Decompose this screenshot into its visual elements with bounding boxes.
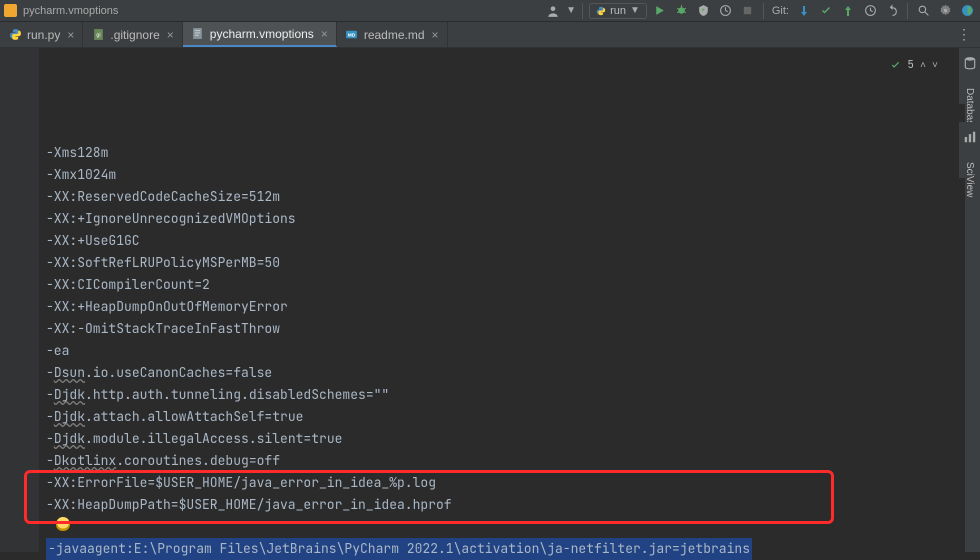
- code-line[interactable]: -Xms128m: [46, 142, 964, 164]
- editor-area: 5 ˄ ˅ -Xms128m-Xmx1024m-XX:ReservedCodeC…: [0, 48, 980, 552]
- run-config-selector[interactable]: run ▼: [589, 3, 647, 19]
- coverage-button[interactable]: [695, 2, 713, 20]
- code-line[interactable]: -XX:+HeapDumpOnOutOfMemoryError: [46, 296, 964, 318]
- text-file-icon: [191, 27, 205, 41]
- tab-label: pycharm.vmoptions: [210, 27, 314, 41]
- code-line[interactable]: [46, 516, 964, 538]
- git-push-button[interactable]: [839, 2, 857, 20]
- code-line[interactable]: -Djdk.http.auth.tunneling.disabledScheme…: [46, 384, 964, 406]
- tab-run-py[interactable]: run.py ×: [0, 22, 83, 47]
- debug-button[interactable]: [673, 2, 691, 20]
- code-line[interactable]: -XX:+UseG1GC: [46, 230, 964, 252]
- code-line[interactable]: -XX:ErrorFile=$USER_HOME/java_error_in_i…: [46, 472, 964, 494]
- tab-label: readme.md: [364, 28, 425, 42]
- editor-tabbar: run.py × gi .gitignore × pycharm.vmoptio…: [0, 22, 980, 48]
- toolbar-separator: [763, 3, 764, 19]
- svg-text:gi: gi: [96, 33, 100, 39]
- sciview-icon: [963, 130, 977, 144]
- check-icon: [890, 60, 901, 71]
- python-icon: [8, 28, 22, 42]
- close-icon[interactable]: ×: [167, 28, 174, 42]
- editor-gutter: [0, 48, 40, 552]
- code-line[interactable]: -javaagent:E:\Program Files\JetBrains\Py…: [46, 538, 964, 560]
- git-rollback-button[interactable]: [883, 2, 901, 20]
- settings-button[interactable]: [936, 2, 954, 20]
- tab-vmoptions[interactable]: pycharm.vmoptions ×: [183, 22, 337, 47]
- code-line[interactable]: -XX:-OmitStackTraceInFastThrow: [46, 318, 964, 340]
- tool-window-sciview[interactable]: SciView: [958, 122, 980, 178]
- code-line[interactable]: -XX:CICompilerCount=2: [46, 274, 964, 296]
- git-update-button[interactable]: [795, 2, 813, 20]
- code-line[interactable]: -XX:HeapDumpPath=$USER_HOME/java_error_i…: [46, 494, 964, 516]
- code-line[interactable]: -XX:ReservedCodeCacheSize=512m: [46, 186, 964, 208]
- chevron-up-icon[interactable]: ˄: [920, 54, 926, 76]
- code-line[interactable]: -XX:SoftRefLRUPolicyMSPerMB=50: [46, 252, 964, 274]
- close-icon[interactable]: ×: [67, 28, 74, 42]
- tab-gitignore[interactable]: gi .gitignore ×: [83, 22, 182, 47]
- chevron-down-icon[interactable]: ˅: [932, 54, 938, 76]
- svg-text:MD: MD: [348, 33, 356, 39]
- git-history-button[interactable]: [861, 2, 879, 20]
- toolbar-separator: [907, 3, 908, 19]
- markdown-icon: MD: [345, 28, 359, 42]
- git-label: Git:: [772, 5, 789, 17]
- database-icon: [963, 56, 977, 70]
- issue-count: 5: [907, 54, 914, 76]
- tool-window-database[interactable]: Database: [958, 48, 980, 104]
- code-line[interactable]: -Xmx1024m: [46, 164, 964, 186]
- gitignore-icon: gi: [91, 28, 105, 42]
- extension-icon[interactable]: [958, 2, 976, 20]
- code-line[interactable]: -Djdk.attach.allowAttachSelf=true: [46, 406, 964, 428]
- profile-button[interactable]: [717, 2, 735, 20]
- app-icon: [4, 4, 17, 17]
- run-config-label: run: [610, 5, 626, 17]
- intention-bulb-icon[interactable]: [56, 517, 70, 531]
- code-line[interactable]: -Dkotlinx.coroutines.debug=off: [46, 450, 964, 472]
- user-icon[interactable]: [544, 2, 562, 20]
- python-icon: [596, 6, 606, 16]
- stop-button[interactable]: [739, 2, 757, 20]
- tool-window-label: SciView: [964, 162, 975, 197]
- close-icon[interactable]: ×: [321, 27, 328, 41]
- code-line[interactable]: -ea: [46, 340, 964, 362]
- chevron-down-icon: ▼: [630, 5, 640, 16]
- toolbar-separator: [582, 3, 583, 19]
- main-toolbar: pycharm.vmoptions ▼ run ▼ Git: [0, 0, 980, 22]
- tab-label: .gitignore: [110, 28, 159, 42]
- user-dropdown-icon[interactable]: ▼: [566, 5, 576, 16]
- code-line[interactable]: -Dsun.io.useCanonCaches=false: [46, 362, 964, 384]
- close-icon[interactable]: ×: [432, 28, 439, 42]
- code-line[interactable]: -XX:+IgnoreUnrecognizedVMOptions: [46, 208, 964, 230]
- breadcrumb: pycharm.vmoptions: [23, 5, 118, 17]
- code-line[interactable]: -Djdk.module.illegalAccess.silent=true: [46, 428, 964, 450]
- run-button[interactable]: [651, 2, 669, 20]
- inspection-status[interactable]: 5 ˄ ˅: [890, 54, 938, 76]
- code-editor[interactable]: 5 ˄ ˅ -Xms128m-Xmx1024m-XX:ReservedCodeC…: [40, 48, 964, 552]
- tab-readme[interactable]: MD readme.md ×: [337, 22, 448, 47]
- tab-label: run.py: [27, 28, 60, 42]
- search-button[interactable]: [914, 2, 932, 20]
- git-commit-button[interactable]: [817, 2, 835, 20]
- selected-text[interactable]: -javaagent:E:\Program Files\JetBrains\Py…: [46, 538, 752, 560]
- tab-overflow-icon[interactable]: ⋮: [957, 26, 972, 43]
